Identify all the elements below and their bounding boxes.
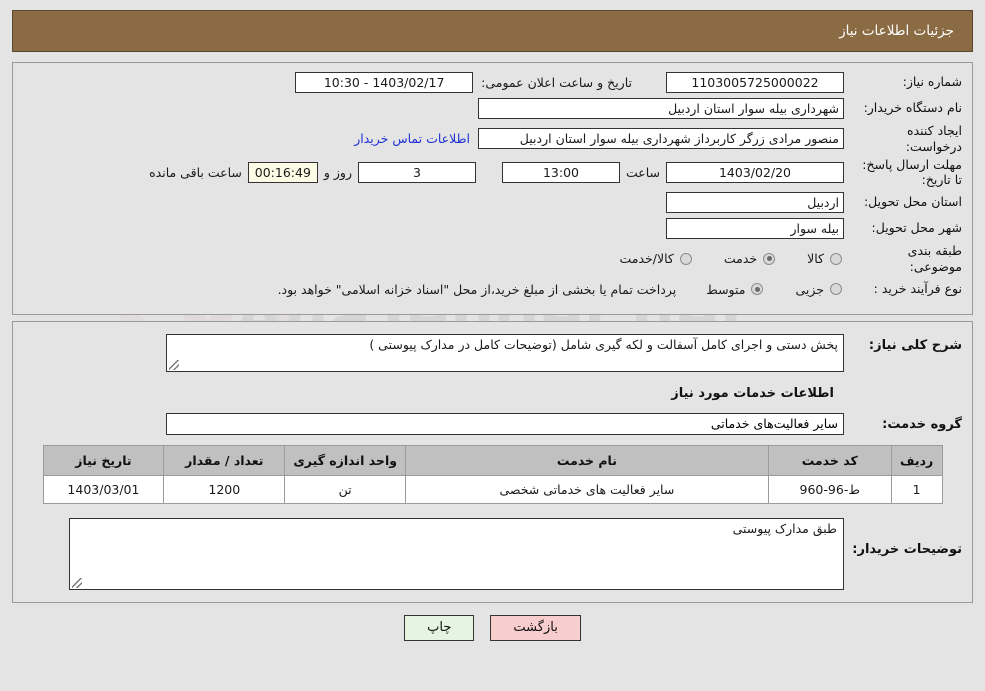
row-service-group: گروه خدمت: سایر فعالیت‌های خدماتی [23, 413, 962, 436]
th-service-name: نام خدمت [405, 445, 769, 477]
category-option-kala-khedmat[interactable]: کالا/خدمت [619, 251, 693, 266]
purchase-type-label: نوع فرآیند خرید : [873, 281, 962, 297]
print-button[interactable]: چاپ [404, 615, 475, 641]
public-announce-field[interactable]: 1403/02/17 - 10:30 [295, 71, 474, 93]
radio-icon[interactable] [830, 252, 842, 265]
row-purchase-type: نوع فرآیند خرید : جزیی متوسط پرداخت تمام… [23, 278, 962, 300]
service-group-label: گروه خدمت: [882, 416, 962, 432]
th-unit: واحد اندازه گیری [284, 445, 407, 477]
service-group-field[interactable]: سایر فعالیت‌های خدماتی [166, 413, 844, 436]
countdown-timer-field: 00:16:49 [247, 162, 318, 184]
need-details-panel: شرح کلی نیاز: پخش دستی و اجرای کامل آسفا… [12, 321, 973, 604]
delivery-province-field[interactable]: اردبیل [666, 191, 844, 213]
th-quantity: تعداد / مقدار [163, 445, 286, 477]
cell-unit: تن [284, 475, 407, 505]
purchase-type-option-label: جزیی [795, 281, 824, 297]
radio-icon[interactable] [751, 283, 764, 296]
buyer-contact-link[interactable]: اطلاعات تماس خریدار [346, 131, 478, 146]
purchase-type-note: پرداخت تمام یا بخشی از مبلغ خرید،از محل … [277, 281, 677, 297]
row-buyer-comments: توضیحات خریدار: طبق مدارک پیوستی [23, 518, 962, 591]
purchase-type-option-motevaset[interactable]: متوسط [706, 282, 765, 297]
row-category: طبقه بندی موضوعی: کالا خدمت کالا/خدمت [23, 243, 962, 274]
category-option-label: کالا [807, 251, 824, 267]
need-number-label: شماره نیاز: [902, 74, 962, 90]
category-option-label: کالا/خدمت [619, 251, 674, 267]
deadline-time-label: ساعت [625, 165, 660, 181]
need-number-field[interactable]: 1103005725000022 [666, 71, 844, 93]
deadline-days-field[interactable]: 3 [357, 162, 476, 184]
th-service-code: کد خدمت [767, 445, 892, 477]
services-section-title: اطلاعات خدمات مورد نیاز [671, 386, 834, 402]
deadline-days-label: روز و [323, 165, 352, 181]
deadline-time-field[interactable]: 13:00 [501, 162, 620, 184]
delivery-city-label: شهر محل تحویل: [871, 220, 962, 236]
cell-radif: 1 [890, 475, 943, 505]
radio-icon[interactable] [679, 252, 692, 265]
row-delivery-province: استان محل تحویل: اردبیل [23, 191, 962, 213]
content-area: جزئیات اطلاعات نیاز شماره نیاز: 11030057… [0, 10, 985, 641]
buyer-comments-label: توضیحات خریدار: [852, 542, 962, 558]
buyer-org-label: نام دستگاه خریدار: [863, 100, 962, 116]
delivery-city-field[interactable]: بیله سوار [666, 217, 844, 239]
buyer-org-field[interactable]: شهرداری بیله سوار استان اردبیل [478, 97, 844, 119]
category-radio-group: کالا خدمت کالا/خدمت [589, 251, 844, 266]
footer-actions: بازگشت چاپ [0, 615, 985, 641]
category-label: طبقه بندی موضوعی: [907, 243, 962, 274]
page-root: AnaTender.net جزئیات اطلاعات نیاز شماره … [0, 10, 985, 691]
request-creator-field[interactable]: منصور مرادی زرگر کاربرداز شهرداری بیله س… [478, 128, 844, 150]
service-items-table: ردیف کد خدمت نام خدمت واحد اندازه گیری ت… [42, 445, 943, 505]
resize-grip-icon[interactable] [72, 578, 82, 589]
row-buyer-org: نام دستگاه خریدار: شهرداری بیله سوار است… [23, 97, 962, 119]
cell-quantity: 1200 [163, 475, 286, 505]
table-row: 1 ط-96-960 سایر فعالیت های خدماتی شخصی ت… [42, 475, 943, 505]
need-summary-text: پخش دستی و اجرای کامل آسفالت و لکه گیری … [369, 337, 838, 353]
row-request-creator: ایجاد کننده درخواست: منصور مرادی زرگر کا… [23, 123, 962, 154]
page-title-bar: جزئیات اطلاعات نیاز [12, 10, 973, 52]
category-option-kala[interactable]: کالا [807, 251, 844, 266]
resize-grip-icon[interactable] [169, 360, 179, 371]
radio-icon[interactable] [830, 283, 842, 296]
deadline-date-field[interactable]: 1403/02/20 [666, 162, 844, 184]
purchase-type-option-jozii[interactable]: جزیی [795, 282, 844, 297]
table-header-row: ردیف کد خدمت نام خدمت واحد اندازه گیری ت… [42, 445, 943, 477]
need-info-panel: شماره نیاز: 1103005725000022 تاریخ و ساع… [12, 62, 973, 316]
purchase-type-option-label: متوسط [706, 281, 746, 297]
delivery-province-label: استان محل تحویل: [863, 194, 962, 210]
page-title: جزئیات اطلاعات نیاز [839, 23, 954, 39]
buyer-comments-text: طبق مدارک پیوستی [732, 521, 837, 537]
buyer-comments-textarea[interactable]: طبق مدارک پیوستی [69, 518, 844, 591]
category-option-label: خدمت [723, 251, 758, 267]
th-radif: ردیف [890, 445, 943, 477]
purchase-type-radio-group: جزیی متوسط [676, 282, 844, 297]
radio-icon[interactable] [763, 252, 776, 265]
cell-need-date: 1403/03/01 [42, 475, 165, 505]
category-option-khedmat[interactable]: خدمت [724, 251, 777, 266]
cell-service-code: ط-96-960 [767, 475, 892, 505]
back-button[interactable]: بازگشت [490, 615, 581, 641]
row-need-summary: شرح کلی نیاز: پخش دستی و اجرای کامل آسفا… [23, 334, 962, 373]
need-summary-textarea[interactable]: پخش دستی و اجرای کامل آسفالت و لکه گیری … [166, 334, 844, 373]
request-creator-label: ایجاد کننده درخواست: [905, 123, 962, 154]
th-need-date: تاریخ نیاز [42, 445, 165, 477]
need-summary-label: شرح کلی نیاز: [868, 338, 962, 354]
row-deadline: مهلت ارسال پاسخ: تا تاریخ: 1403/02/20 سا… [23, 158, 962, 187]
deadline-label: مهلت ارسال پاسخ: تا تاریخ: [862, 157, 962, 187]
row-need-number: شماره نیاز: 1103005725000022 تاریخ و ساع… [23, 71, 962, 93]
row-delivery-city: شهر محل تحویل: بیله سوار [23, 217, 962, 239]
cell-service-name: سایر فعالیت های خدماتی شخصی [405, 475, 769, 505]
public-announce-label: تاریخ و ساعت اعلان عمومی: [481, 74, 632, 90]
countdown-timer-label: ساعت باقی مانده [149, 165, 242, 181]
